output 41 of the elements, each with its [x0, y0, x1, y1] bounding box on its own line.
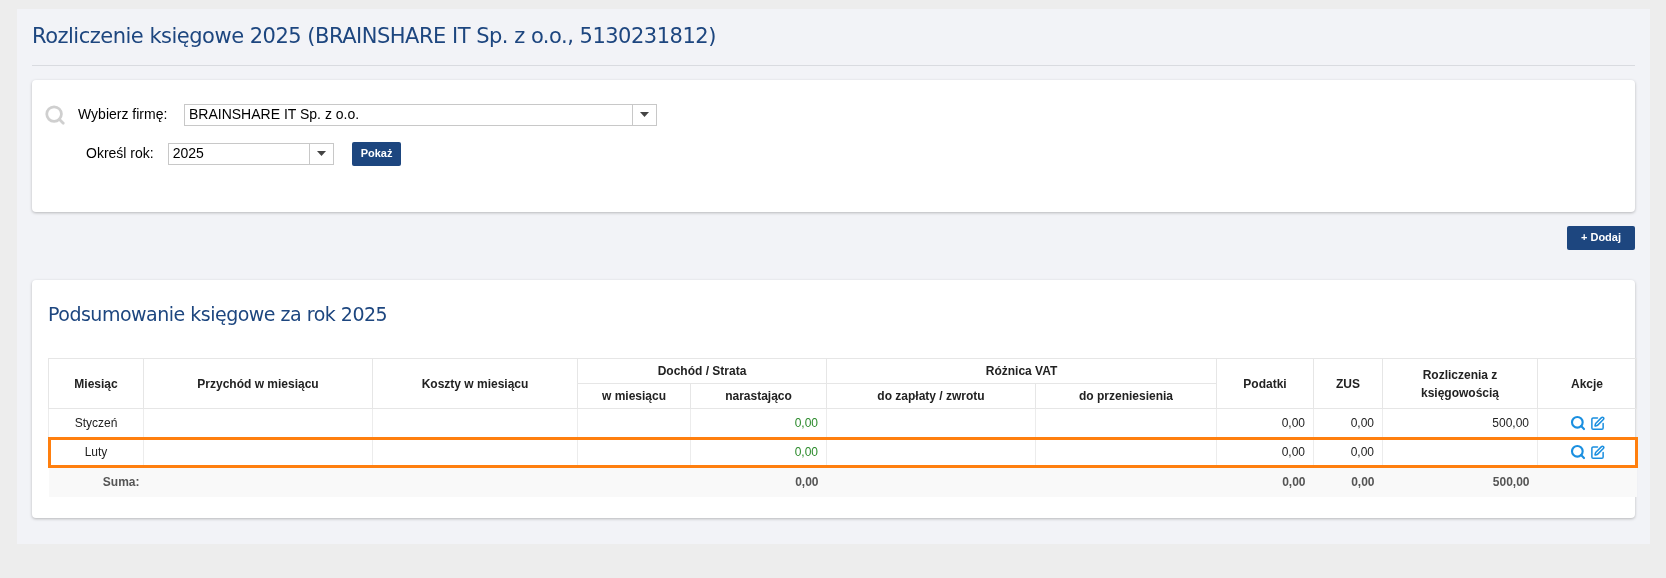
- show-button[interactable]: Pokaż: [351, 141, 402, 166]
- column-group-header: Dochód / Strata: [577, 358, 827, 384]
- column-header: Akcje: [1537, 358, 1637, 409]
- table-cell: Luty: [48, 437, 144, 467]
- table-cell: 0,00: [1313, 408, 1383, 438]
- table-cell: 0,00: [1216, 408, 1314, 438]
- table-cell: 0,00: [690, 437, 827, 467]
- total-cell: 0,00: [1216, 466, 1314, 497]
- total-cell: 0,00: [1313, 466, 1383, 497]
- edit-icon[interactable]: [1589, 444, 1605, 460]
- column-header: w miesiącu: [577, 383, 691, 409]
- table-cell: 0,00: [1216, 437, 1314, 467]
- search-icon: [44, 103, 66, 126]
- column-header: Przychód w miesiącu: [143, 358, 373, 409]
- page-title: Rozliczenie księgowe 2025 (BRAINSHARE IT Sp. z o.o., 5130231812): [32, 23, 717, 50]
- edit-icon[interactable]: [1589, 415, 1605, 431]
- table-cell: 500,00: [1382, 408, 1538, 438]
- column-header: Miesiąc: [48, 358, 144, 409]
- year-label: Określ rok:: [86, 144, 154, 163]
- table-cell: 0,00: [690, 408, 827, 438]
- total-cell: 0,00: [690, 466, 827, 497]
- column-header: narastająco: [690, 383, 827, 409]
- total-label: Suma:: [48, 466, 144, 497]
- table-cell: Styczeń: [48, 408, 144, 438]
- column-header: Koszty w miesiącu: [372, 358, 578, 409]
- search-icon[interactable]: [1569, 444, 1586, 460]
- table-cell: 0,00: [1313, 437, 1383, 467]
- caret-icon: [640, 112, 649, 117]
- column-header: Podatki: [1216, 358, 1314, 409]
- search-icon[interactable]: [1569, 415, 1586, 431]
- column-group-header: Różnica VAT: [826, 358, 1217, 384]
- company-label: Wybierz firmę:: [78, 105, 169, 124]
- column-header: ZUS: [1313, 358, 1383, 409]
- add-button[interactable]: + Dodaj: [1566, 225, 1635, 250]
- total-cell: 500,00: [1382, 466, 1538, 497]
- year-select[interactable]: 2025: [167, 142, 334, 165]
- summary-title: Podsumowanie księgowe za rok 2025: [48, 301, 389, 327]
- caret-icon: [316, 151, 326, 156]
- company-select[interactable]: BRAINSHARE IT Sp. z o.o.: [184, 103, 657, 126]
- column-header: Rozliczenia z księgowością: [1382, 358, 1538, 409]
- column-header: do zapłaty / zwrotu: [826, 383, 1036, 409]
